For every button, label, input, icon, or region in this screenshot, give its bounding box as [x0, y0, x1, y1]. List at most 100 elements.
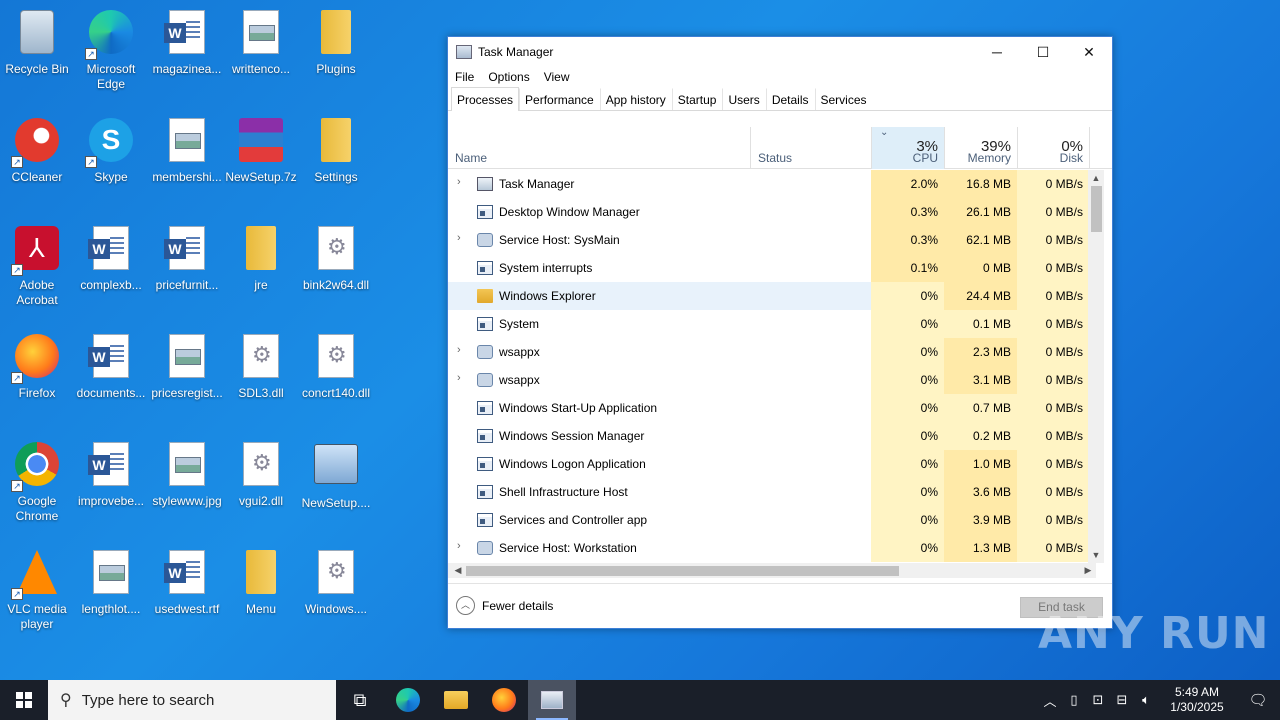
process-row[interactable]: Shell Infrastructure Host 0% 3.6 MB 0 MB/s	[448, 478, 1096, 506]
desktop-icon[interactable]: pricesregist...	[149, 332, 225, 401]
dll-icon: ⚙	[237, 442, 285, 490]
fewer-details-button[interactable]: ︿ Fewer details	[456, 596, 553, 615]
col-cpu[interactable]: ⌄ 3% CPU	[872, 127, 944, 169]
volume-icon[interactable]: 🔈︎	[1134, 692, 1158, 708]
desktop-icon[interactable]: ↗ Microsoft Edge	[73, 8, 149, 92]
desktop-icon[interactable]: ↗ Firefox	[0, 332, 75, 401]
process-row[interactable]: Windows Explorer 0% 24.4 MB 0 MB/s	[448, 282, 1096, 310]
menu-file[interactable]: File	[455, 70, 474, 84]
tab-processes[interactable]: Processes	[451, 87, 520, 111]
expand-chevron-icon[interactable]: ›	[457, 540, 467, 552]
expand-chevron-icon[interactable]: ›	[457, 176, 467, 188]
desktop-icon[interactable]: NewSetup.7z	[223, 116, 299, 185]
menu-view[interactable]: View	[544, 70, 570, 84]
tray-device-icon[interactable]: ⊡	[1086, 692, 1110, 708]
col-status[interactable]: Status	[751, 127, 871, 169]
desktop-icon[interactable]: membershi...	[149, 116, 225, 185]
desktop-icon[interactable]: ↗ CCleaner	[0, 116, 75, 185]
minimize-button[interactable]: ─	[974, 37, 1020, 67]
scroll-left-icon[interactable]: ◀	[450, 563, 466, 578]
process-row[interactable]: › Service Host: Workstation 0% 1.3 MB 0 MB/s	[448, 534, 1096, 562]
tray-app-icon[interactable]: ▯	[1062, 692, 1086, 708]
desktop-icon[interactable]: stylewww.jpg	[149, 440, 225, 509]
maximize-button[interactable]: ☐	[1020, 37, 1066, 67]
desktop-icon[interactable]: ⚙ vgui2.dll	[223, 440, 299, 509]
taskbar-file-explorer[interactable]	[432, 680, 480, 720]
taskbar-search-box[interactable]: ⚲ Type here to search	[48, 680, 336, 720]
scroll-up-icon[interactable]: ▲	[1088, 170, 1104, 186]
task-view-button[interactable]: ⧉	[336, 680, 384, 720]
scroll-down-icon[interactable]: ▼	[1088, 547, 1104, 563]
desktop-icon[interactable]: ⚙ Windows....	[298, 548, 374, 617]
desktop-icon[interactable]: Wmagazinea...	[149, 8, 225, 77]
desktop-icon[interactable]: Menu	[223, 548, 299, 617]
menu-options[interactable]: Options	[488, 70, 529, 84]
process-row[interactable]: Windows Logon Application 0% 1.0 MB 0 MB/s	[448, 450, 1096, 478]
col-memory[interactable]: 39% Memory	[945, 127, 1017, 169]
taskbar-task-manager[interactable]	[528, 680, 576, 720]
process-row[interactable]: Desktop Window Manager 0.3% 26.1 MB 0 MB/s	[448, 198, 1096, 226]
desktop-icon[interactable]: Wdocuments...	[73, 332, 149, 401]
process-row[interactable]: Services and Controller app 0% 3.9 MB 0 MB/…	[448, 506, 1096, 534]
desktop-icon[interactable]: Wpricefurnit...	[149, 224, 225, 293]
tab-services[interactable]: Services	[814, 88, 873, 110]
process-row[interactable]: › wsappx 0% 3.1 MB 0 MB/s	[448, 366, 1096, 394]
desktop-icon[interactable]: Plugins	[298, 8, 374, 77]
desktop-icon[interactable]: lengthlot....	[73, 548, 149, 617]
process-row[interactable]: › wsappx 0% 2.3 MB 0 MB/s	[448, 338, 1096, 366]
tab-users[interactable]: Users	[722, 88, 765, 110]
desktop-icon[interactable]: ⅄ ↗ Adobe Acrobat	[0, 224, 75, 308]
tab-startup[interactable]: Startup	[671, 88, 723, 110]
scroll-thumb[interactable]	[1091, 186, 1102, 232]
desktop-icon[interactable]: ⚙ concrt140.dll	[298, 332, 374, 401]
vertical-scrollbar[interactable]: ▲ ▼	[1088, 170, 1104, 563]
tab-details[interactable]: Details	[765, 88, 815, 110]
process-row[interactable]: Windows Session Manager 0% 0.2 MB 0 MB/s	[448, 422, 1096, 450]
horizontal-scrollbar[interactable]: ◀ ▶	[448, 563, 1096, 578]
clock[interactable]: 5:49 AM 1/30/2025	[1158, 685, 1236, 715]
network-icon[interactable]: ⊟	[1110, 692, 1134, 708]
col-disk[interactable]: 0% Disk	[1018, 127, 1089, 169]
taskbar-edge[interactable]	[384, 680, 432, 720]
notification-icon[interactable]: 🗨︎	[1236, 691, 1280, 709]
tab-app-history[interactable]: App history	[599, 88, 672, 110]
desktop-icon[interactable]: Wusedwest.rtf	[149, 548, 225, 617]
taskbar-firefox[interactable]	[480, 680, 528, 720]
desktop-icon[interactable]: Settings	[298, 116, 374, 185]
desktop-icon[interactable]: ⚙ SDL3.dll	[223, 332, 299, 401]
process-disk: 0 MB/s	[1017, 338, 1089, 366]
desktop-icon[interactable]: NewSetup....	[298, 440, 374, 511]
desktop-icon[interactable]: Wimprovebe...	[73, 440, 149, 509]
tab-performance[interactable]: Performance	[519, 88, 600, 110]
desktop-icon[interactable]: ↗ Google Chrome	[0, 440, 75, 524]
process-memory: 3.6 MB	[944, 478, 1017, 506]
chevron-up-icon[interactable]: ︿	[1038, 691, 1062, 710]
folder-icon	[312, 10, 360, 58]
col-name[interactable]: Name	[448, 127, 751, 169]
expand-chevron-icon[interactable]: ›	[457, 344, 467, 356]
expand-chevron-icon[interactable]: ›	[457, 232, 467, 244]
desktop-icon-label: stylewww.jpg	[152, 494, 222, 508]
close-button[interactable]: ✕	[1066, 37, 1112, 67]
desktop-icon[interactable]: ↗ VLC media player	[0, 548, 75, 632]
scroll-right-icon[interactable]: ▶	[1080, 563, 1096, 578]
desktop-icon[interactable]: S ↗ Skype	[73, 116, 149, 185]
process-memory: 0.2 MB	[944, 422, 1017, 450]
start-button[interactable]	[0, 680, 48, 720]
process-row[interactable]: System 0% 0.1 MB 0 MB/s	[448, 310, 1096, 338]
desktop-icon[interactable]: Recycle Bin	[0, 8, 75, 77]
task-manager-window[interactable]: Task Manager ─ ☐ ✕ File Options View Pro…	[447, 36, 1113, 629]
desktop-icon[interactable]: Wcomplexb...	[73, 224, 149, 293]
expand-chevron-icon[interactable]: ›	[457, 372, 467, 384]
desktop-icon[interactable]: writtenco...	[223, 8, 299, 77]
title-bar[interactable]: Task Manager ─ ☐ ✕	[448, 37, 1112, 67]
hscroll-thumb[interactable]	[466, 566, 899, 576]
desktop-icon[interactable]: jre	[223, 224, 299, 293]
process-row[interactable]: System interrupts 0.1% 0 MB 0 MB/s	[448, 254, 1096, 282]
process-row[interactable]: › Task Manager 2.0% 16.8 MB 0 MB/s	[448, 170, 1096, 198]
window-icon	[477, 429, 493, 443]
desktop-icon[interactable]: ⚙ bink2w64.dll	[298, 224, 374, 293]
word-icon: W	[163, 226, 211, 274]
process-row[interactable]: › Service Host: SysMain 0.3% 62.1 MB 0 MB/s	[448, 226, 1096, 254]
process-row[interactable]: Windows Start-Up Application 0% 0.7 MB 0 MB…	[448, 394, 1096, 422]
